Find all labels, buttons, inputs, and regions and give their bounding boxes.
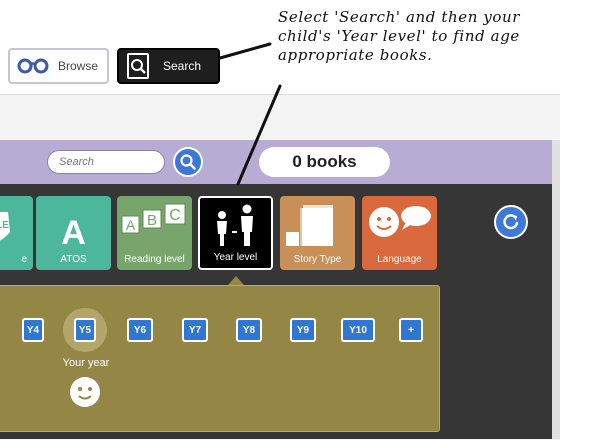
svg-text:A: A — [126, 217, 136, 233]
smiley-face-icon — [70, 377, 100, 407]
svg-text:A: A — [61, 214, 86, 252]
category-tile-partial[interactable]: LE e — [0, 196, 33, 270]
category-label: Language — [377, 254, 422, 265]
panel-pointer — [228, 276, 244, 285]
instruction-annotation: Select 'Search' and then your child's 'Y… — [278, 8, 598, 65]
category-label: e — [21, 254, 27, 265]
letter-a-icon: A — [61, 214, 86, 252]
year-button-y6[interactable]: Y6 — [127, 318, 153, 342]
year-button-y5[interactable]: Y5 — [74, 318, 96, 342]
browse-label: Browse — [58, 59, 99, 73]
year-button-plus[interactable]: + — [399, 318, 423, 342]
annotation-line: child's 'Year level' to find age — [278, 27, 520, 45]
year-button-y8[interactable]: Y8 — [236, 318, 262, 342]
search-tab-button[interactable]: Search — [117, 48, 220, 84]
books-icon — [286, 205, 333, 246]
category-tile-story-type[interactable]: Story Type — [280, 196, 355, 270]
partial-badge-icon: LE — [0, 212, 10, 241]
annotation-line: appropriate books. — [278, 46, 433, 64]
search-tab-label: Search — [163, 59, 202, 73]
year-button-y9[interactable]: Y9 — [290, 318, 316, 342]
glasses-icon — [17, 58, 49, 74]
people-height-icon — [217, 204, 253, 246]
browse-button[interactable]: Browse — [8, 48, 109, 84]
magnifier-icon — [180, 154, 196, 170]
abc-blocks-icon: A B C — [121, 203, 186, 234]
category-label: Story Type — [293, 254, 342, 265]
year-button-y10[interactable]: Y10 — [341, 318, 375, 342]
svg-text:B: B — [147, 212, 157, 229]
panel-edge — [552, 140, 560, 439]
search-input[interactable] — [47, 150, 165, 174]
category-tile-language[interactable]: Language — [362, 196, 437, 270]
face-speech-icon — [369, 206, 431, 237]
category-tile-reading-level[interactable]: A B C Reading level — [117, 196, 192, 270]
svg-text:C: C — [169, 207, 181, 224]
category-tile-atos[interactable]: A ATOS — [36, 196, 111, 270]
reset-filters-button[interactable] — [494, 205, 528, 239]
search-page-icon — [127, 53, 149, 79]
year-button-y4[interactable]: Y4 — [22, 318, 44, 342]
category-label: Reading level — [124, 254, 185, 265]
svg-text:LE: LE — [0, 220, 9, 231]
your-year-label: Your year — [62, 357, 110, 369]
category-tile-year-level[interactable]: Year level — [198, 196, 273, 270]
category-label: Year level — [213, 252, 258, 263]
annotation-line: Select 'Search' and then your — [278, 8, 521, 26]
book-count: 0 books — [259, 147, 390, 177]
refresh-icon — [503, 214, 519, 230]
year-button-y7[interactable]: Y7 — [182, 318, 208, 342]
category-label: ATOS — [60, 254, 87, 265]
search-submit-button[interactable] — [173, 147, 203, 177]
